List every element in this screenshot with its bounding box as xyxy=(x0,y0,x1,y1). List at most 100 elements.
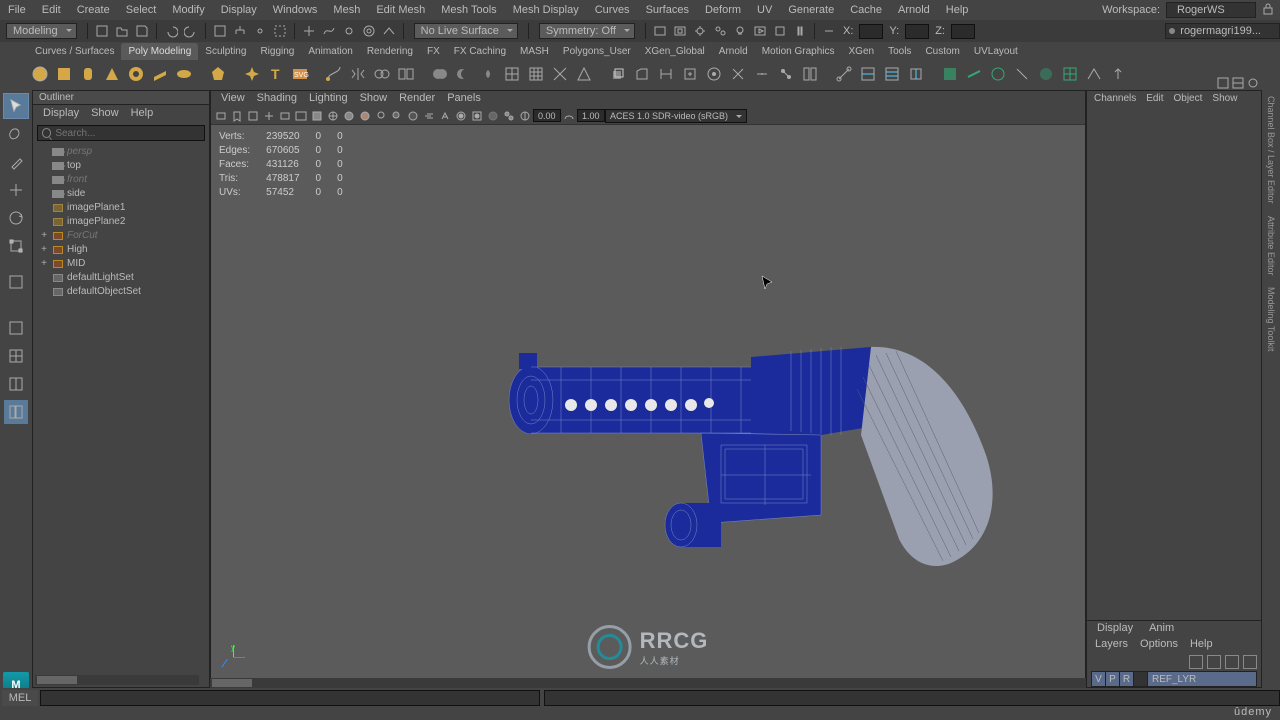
bridge-button[interactable] xyxy=(655,63,677,85)
menu-create[interactable]: Create xyxy=(69,0,118,20)
single-pane-icon[interactable] xyxy=(3,315,29,341)
select-tool[interactable] xyxy=(3,93,29,119)
last-tool[interactable] xyxy=(3,269,29,295)
x-field[interactable] xyxy=(859,24,883,39)
menu-uv[interactable]: UV xyxy=(749,0,780,20)
menu-meshtools[interactable]: Mesh Tools xyxy=(433,0,504,20)
normals-button[interactable] xyxy=(1107,63,1129,85)
symmetry-dropdown[interactable]: Symmetry: Off xyxy=(539,23,635,39)
layer-color-cell[interactable] xyxy=(1134,672,1148,686)
tab-tools[interactable]: Tools xyxy=(881,43,918,60)
cb-menu-channels[interactable]: Channels xyxy=(1089,91,1141,109)
vp-menu-lighting[interactable]: Lighting xyxy=(303,91,354,107)
gate-mask-icon[interactable] xyxy=(310,109,324,123)
sculpt-button[interactable] xyxy=(1035,63,1057,85)
channel-box-icon[interactable] xyxy=(1217,77,1229,89)
cmdline-lang[interactable]: MEL xyxy=(2,690,38,706)
scale-tool[interactable] xyxy=(3,233,29,259)
layer-ref-lyr[interactable]: V P R REF_LYR xyxy=(1091,671,1257,687)
spin-edge-button[interactable] xyxy=(1011,63,1033,85)
snap-plane-icon[interactable] xyxy=(381,23,397,39)
tab-polyuser[interactable]: Polygons_User xyxy=(556,43,638,60)
sel-hierarchy-icon[interactable] xyxy=(232,23,248,39)
poly-cylinder-button[interactable] xyxy=(77,63,99,85)
wireframe-icon[interactable] xyxy=(326,109,340,123)
menu-surfaces[interactable]: Surfaces xyxy=(638,0,697,20)
tab-sculpt[interactable]: Sculpting xyxy=(198,43,253,60)
menu-cache[interactable]: Cache xyxy=(842,0,890,20)
image-plane-icon[interactable] xyxy=(246,109,260,123)
redo-icon[interactable] xyxy=(183,23,199,39)
attr-editor-icon[interactable] xyxy=(1232,77,1244,89)
layer-move-up-icon[interactable] xyxy=(1189,655,1203,669)
cb-menu-show[interactable]: Show xyxy=(1207,91,1242,109)
poly-torus-button[interactable] xyxy=(125,63,147,85)
offset-edge-button[interactable] xyxy=(881,63,903,85)
outliner-persp-icon[interactable] xyxy=(3,399,29,425)
layer-vis-cell[interactable]: V xyxy=(1092,672,1106,686)
outliner-menu-display[interactable]: Display xyxy=(37,105,85,123)
tab-arnold[interactable]: Arnold xyxy=(712,43,755,60)
layer-new-sel-icon[interactable] xyxy=(1243,655,1257,669)
menuset-dropdown[interactable]: Modeling xyxy=(6,23,77,39)
tab-uvlayout[interactable]: UVLayout xyxy=(967,43,1025,60)
extrude-button[interactable] xyxy=(607,63,629,85)
super-shape-button[interactable] xyxy=(241,63,263,85)
target-weld-button[interactable] xyxy=(775,63,797,85)
bevel-button[interactable] xyxy=(631,63,653,85)
workspace-dropdown[interactable]: RogerWS xyxy=(1166,2,1256,18)
menu-modify[interactable]: Modify xyxy=(164,0,212,20)
outliner-search[interactable] xyxy=(37,125,205,141)
vp-canvas[interactable]: Verts:23952000 Edges:67060500 Faces:4311… xyxy=(211,125,1085,687)
mirror-button[interactable] xyxy=(347,63,369,85)
vtab-attreditor[interactable]: Attribute Editor xyxy=(1265,210,1277,282)
new-scene-icon[interactable] xyxy=(94,23,110,39)
tab-xgen[interactable]: XGen xyxy=(842,43,882,60)
menu-deform[interactable]: Deform xyxy=(697,0,749,20)
boolean-union-button[interactable] xyxy=(429,63,451,85)
textured-icon[interactable] xyxy=(358,109,372,123)
cb-menu-edit[interactable]: Edit xyxy=(1141,91,1168,109)
menu-curves[interactable]: Curves xyxy=(587,0,638,20)
menu-windows[interactable]: Windows xyxy=(265,0,326,20)
svg-tool-button[interactable]: SVG xyxy=(289,63,311,85)
combine-button[interactable] xyxy=(371,63,393,85)
account-dropdown[interactable]: rogermagri199... xyxy=(1165,23,1280,39)
outliner-item-mid[interactable]: +MID xyxy=(33,257,209,271)
layer-menu-help[interactable]: Help xyxy=(1184,637,1219,653)
save-scene-icon[interactable] xyxy=(134,23,150,39)
poly-disc-button[interactable] xyxy=(173,63,195,85)
undo-icon[interactable] xyxy=(163,23,179,39)
retopo-button[interactable] xyxy=(549,63,571,85)
cmdline-input[interactable] xyxy=(40,690,540,706)
menu-arnold[interactable]: Arnold xyxy=(890,0,938,20)
tab-anim[interactable]: Animation xyxy=(301,43,359,60)
snap-grid-icon[interactable] xyxy=(301,23,317,39)
isolate-icon[interactable] xyxy=(470,109,484,123)
quad-draw-button[interactable] xyxy=(939,63,961,85)
tab-fxcache[interactable]: FX Caching xyxy=(447,43,513,60)
use-lights-icon[interactable] xyxy=(374,109,388,123)
tab-xgeng[interactable]: XGen_Global xyxy=(638,43,712,60)
outliner-item-top[interactable]: top xyxy=(33,159,209,173)
outliner-item-side[interactable]: side xyxy=(33,187,209,201)
grid-icon[interactable] xyxy=(262,109,276,123)
lasso-tool[interactable] xyxy=(3,121,29,147)
boolean-intersect-button[interactable] xyxy=(477,63,499,85)
shadows-icon[interactable] xyxy=(390,109,404,123)
crease-button[interactable] xyxy=(1083,63,1105,85)
vp-menu-shading[interactable]: Shading xyxy=(251,91,303,107)
menu-meshdisplay[interactable]: Mesh Display xyxy=(505,0,587,20)
poly-plane-button[interactable] xyxy=(149,63,171,85)
tab-polymodeling[interactable]: Poly Modeling xyxy=(121,43,198,60)
outliner-item-high[interactable]: +High xyxy=(33,243,209,257)
sel-object-icon[interactable] xyxy=(212,23,228,39)
motion-blur-icon[interactable] xyxy=(422,109,436,123)
multicut-button[interactable] xyxy=(833,63,855,85)
render-icon[interactable] xyxy=(652,23,668,39)
vtab-modtoolkit[interactable]: Modeling Toolkit xyxy=(1265,281,1277,357)
outliner-search-input[interactable] xyxy=(55,128,200,139)
menu-display[interactable]: Display xyxy=(213,0,265,20)
outliner-item-persp[interactable]: persp xyxy=(33,145,209,159)
render-setup-icon[interactable] xyxy=(772,23,788,39)
